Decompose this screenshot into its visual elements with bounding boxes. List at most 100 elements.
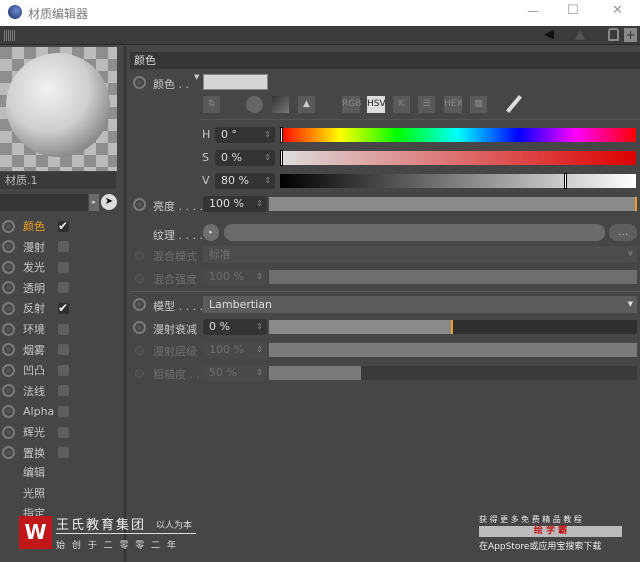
channel-radio[interactable]: [2, 260, 15, 274]
roughness-radio[interactable]: [135, 369, 144, 378]
channel-item[interactable]: 发光: [0, 257, 120, 277]
diffuse-level-radio[interactable]: [135, 346, 144, 355]
color-swatch[interactable]: [203, 74, 268, 90]
channel-item[interactable]: 漫射: [0, 237, 120, 257]
channel-label[interactable]: 凹凸: [23, 362, 45, 378]
channel-label[interactable]: 环境: [23, 321, 45, 337]
channel-item[interactable]: 置换: [0, 443, 120, 463]
channel-checkbox[interactable]: ✔: [58, 220, 69, 232]
model-dropdown[interactable]: Lambertian ▼: [203, 296, 637, 313]
saturation-slider[interactable]: [280, 150, 636, 166]
channel-item[interactable]: 法线: [0, 381, 120, 401]
pick-cursor-icon[interactable]: ➤: [101, 194, 117, 210]
channel-radio[interactable]: [2, 219, 15, 233]
diffuse-falloff-slider[interactable]: [269, 320, 637, 334]
grip-icon[interactable]: [4, 30, 15, 41]
dropdown-arrow-icon[interactable]: ▼: [194, 73, 199, 81]
channel-checkbox[interactable]: [58, 344, 69, 356]
channel-radio[interactable]: [2, 384, 15, 398]
blend-mode-dropdown[interactable]: 标准 ▼: [203, 246, 637, 263]
mixer-icon[interactable]: ☰: [418, 96, 435, 113]
channel-radio[interactable]: [2, 322, 15, 336]
channel-radio[interactable]: [2, 363, 15, 377]
blend-strength-field[interactable]: 100 % ⇕: [203, 269, 267, 285]
brightness-radio[interactable]: [133, 198, 146, 211]
diffuse-level-slider[interactable]: [269, 343, 637, 357]
mode-kelvin-button[interactable]: K: [393, 96, 410, 113]
hue-handle[interactable]: [280, 127, 283, 143]
channel-item[interactable]: 辉光: [0, 422, 120, 442]
spectrum-icon[interactable]: ⇅: [203, 96, 220, 113]
channel-label[interactable]: 漫射: [23, 239, 45, 255]
hue-slider[interactable]: [280, 127, 636, 143]
layer-arrow-button[interactable]: ▸: [89, 194, 99, 211]
channel-radio[interactable]: [2, 281, 15, 295]
forward-icon[interactable]: ▲: [575, 27, 585, 42]
color-wheel-icon[interactable]: [246, 96, 263, 113]
channel-checkbox[interactable]: [58, 385, 69, 397]
saturation-handle[interactable]: [280, 150, 283, 166]
value-slider[interactable]: [280, 173, 636, 189]
color-animate-radio[interactable]: [133, 76, 146, 89]
channel-item[interactable]: Alpha: [0, 401, 120, 421]
channel-checkbox[interactable]: [58, 241, 69, 253]
new-panel-icon[interactable]: +: [624, 28, 637, 42]
mode-rgb-button[interactable]: RGB: [342, 96, 361, 113]
texture-more-button[interactable]: ...: [609, 224, 637, 241]
channel-label[interactable]: 反射: [23, 300, 45, 316]
channel-radio[interactable]: [2, 404, 15, 418]
material-preview[interactable]: [0, 47, 117, 171]
channel-radio[interactable]: [2, 425, 15, 439]
channel-item[interactable]: 烟雾: [0, 340, 120, 360]
channel-radio[interactable]: [2, 301, 15, 315]
brightness-field[interactable]: 100 % ⇕: [203, 196, 267, 212]
channel-label[interactable]: 置换: [23, 445, 45, 461]
channel-checkbox[interactable]: [58, 426, 69, 438]
channel-label[interactable]: Alpha: [23, 405, 54, 418]
channel-checkbox[interactable]: ✔: [58, 302, 69, 314]
roughness-field[interactable]: 50 % ⇕: [203, 365, 267, 381]
channel-checkbox[interactable]: [58, 282, 69, 294]
lock-icon[interactable]: [608, 28, 619, 41]
channel-label[interactable]: 烟雾: [23, 342, 45, 358]
channel-radio[interactable]: [2, 343, 15, 357]
saturation-field[interactable]: 0 % ⇕: [215, 150, 275, 166]
maximize-button[interactable]: ☐: [567, 3, 579, 18]
channel-checkbox[interactable]: [58, 364, 69, 376]
hue-field[interactable]: 0 ° ⇕: [215, 127, 275, 143]
material-name-field[interactable]: 材质.1: [0, 172, 116, 189]
value-handle[interactable]: [564, 173, 567, 189]
channel-item[interactable]: 颜色 ✔: [0, 216, 120, 236]
channel-item[interactable]: 透明: [0, 278, 120, 298]
sidebar-item[interactable]: 光照: [23, 485, 45, 501]
diffuse-level-field[interactable]: 100 % ⇕: [203, 342, 267, 358]
blend-strength-slider[interactable]: [269, 270, 637, 284]
channel-checkbox[interactable]: [58, 323, 69, 335]
channel-item[interactable]: 反射 ✔: [0, 298, 120, 318]
close-button[interactable]: ✕: [612, 3, 623, 18]
texture-arrow-button[interactable]: ▸: [203, 224, 219, 241]
back-arrow-icon[interactable]: ◀: [544, 27, 554, 42]
channel-radio[interactable]: [2, 446, 15, 460]
layer-input[interactable]: [0, 194, 88, 211]
mode-hex-button[interactable]: HEX: [444, 96, 463, 113]
model-radio[interactable]: [133, 298, 146, 311]
channel-item[interactable]: 凹凸: [0, 360, 120, 380]
channel-label[interactable]: 法线: [23, 383, 45, 399]
texture-field[interactable]: [224, 224, 605, 241]
channel-item[interactable]: 环境: [0, 319, 120, 339]
channel-label[interactable]: 透明: [23, 280, 45, 296]
blend-mode-radio[interactable]: [135, 251, 144, 260]
channel-label[interactable]: 颜色: [23, 218, 45, 234]
channel-label[interactable]: 辉光: [23, 424, 45, 440]
swatches-icon[interactable]: ▦: [470, 96, 487, 113]
blend-strength-radio[interactable]: [135, 274, 144, 283]
gradient-icon[interactable]: [272, 96, 289, 113]
channel-radio[interactable]: [2, 240, 15, 254]
roughness-slider[interactable]: [269, 366, 637, 380]
value-field[interactable]: 80 % ⇕: [215, 173, 275, 189]
channel-label[interactable]: 发光: [23, 259, 45, 275]
channel-checkbox[interactable]: [58, 405, 69, 417]
image-picker-icon[interactable]: ▲: [298, 96, 315, 113]
sidebar-item[interactable]: 编辑: [23, 464, 45, 480]
